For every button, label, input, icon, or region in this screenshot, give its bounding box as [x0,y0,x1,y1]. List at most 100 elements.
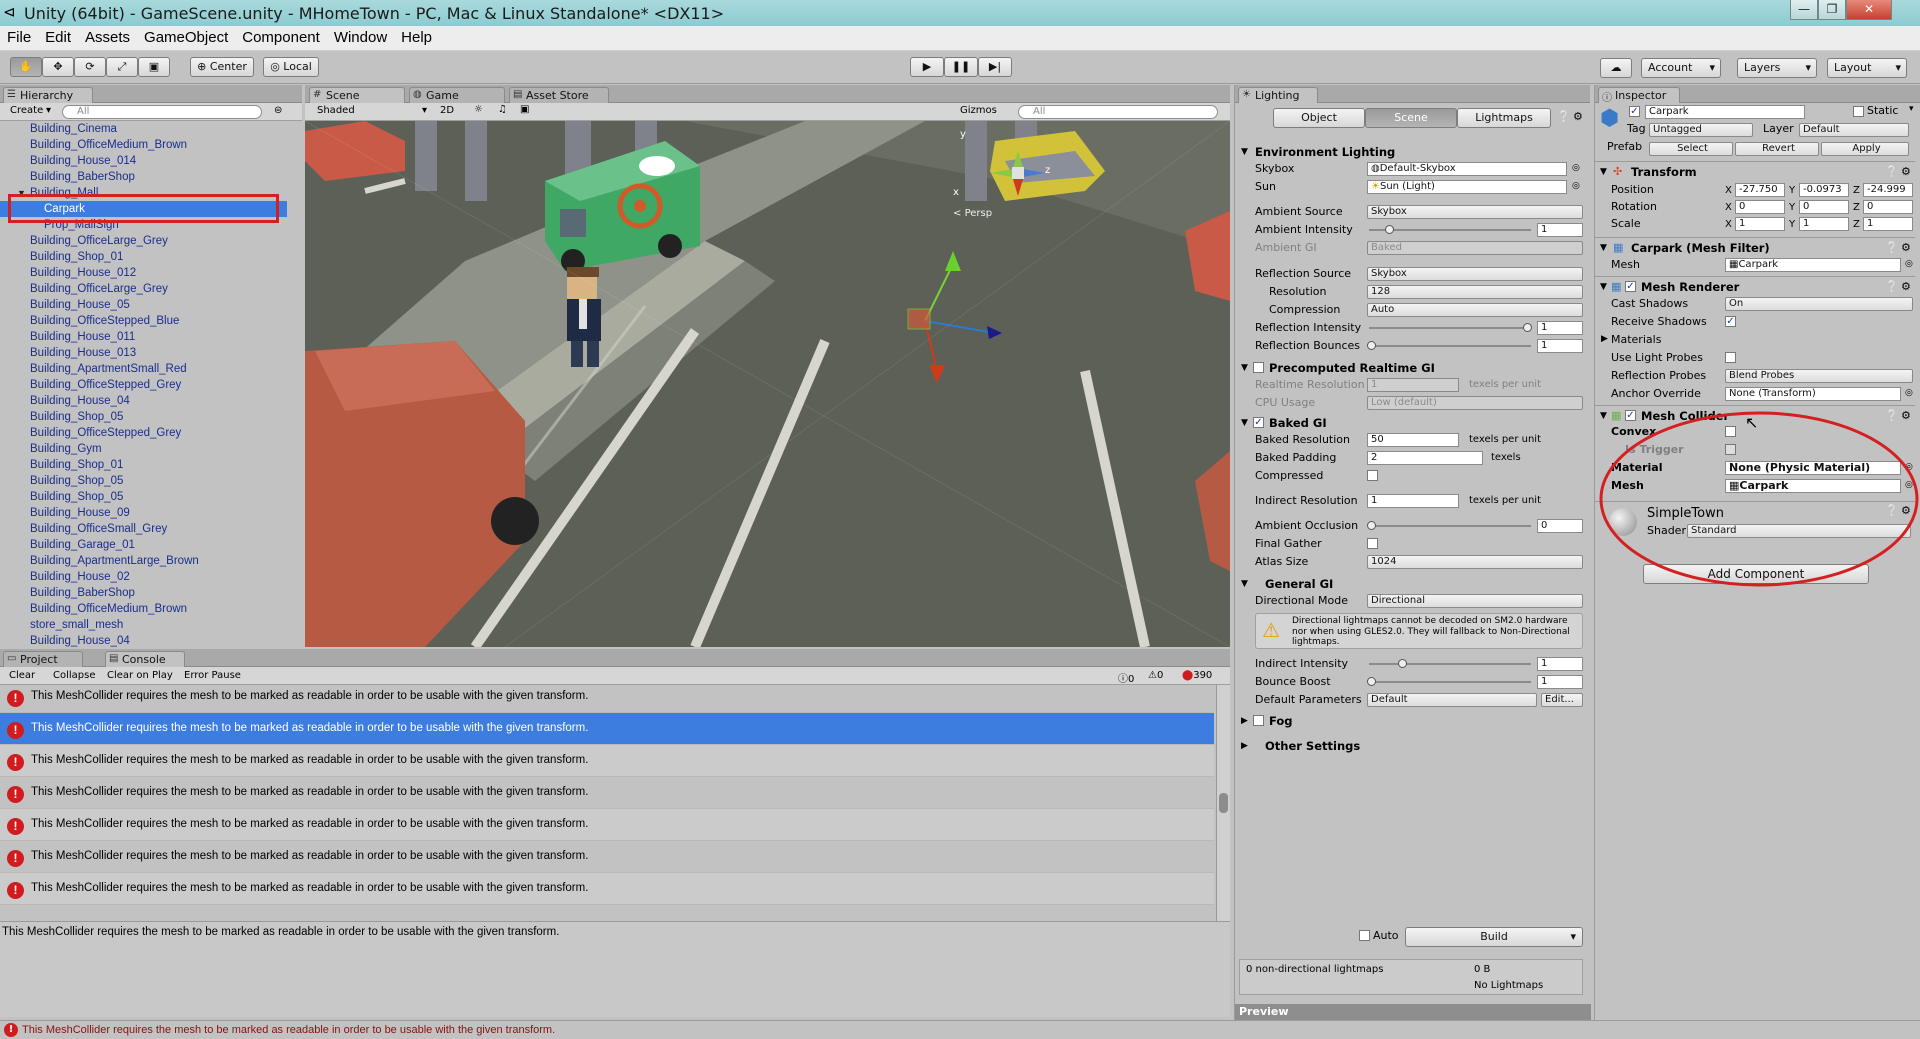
rotation-x-field[interactable]: 0 [1735,200,1785,214]
tab-console[interactable]: ▤ Console [105,651,185,667]
minimize-button[interactable]: — [1790,0,1818,20]
reflection-bounces-field[interactable]: 1 [1537,339,1583,353]
cast-shadows-dropdown[interactable]: On [1725,297,1913,311]
skybox-field[interactable]: ◍Default-Skybox [1367,162,1567,176]
rotation-z-field[interactable]: 0 [1863,200,1913,214]
other-settings-header[interactable]: ▶ Other Settings [1235,737,1591,755]
hand-tool-button[interactable]: ✋ [10,57,42,77]
log-entry[interactable]: ! This MeshCollider requires the mesh to … [0,777,1214,809]
reflection-probes-dropdown[interactable]: Blend Probes [1725,369,1913,383]
list-item[interactable]: Building_OfficeMedium_Brown [0,137,287,153]
resolution-dropdown[interactable]: 128 [1367,285,1583,299]
dropdown-arrow-icon[interactable]: ▾ [1909,104,1914,114]
pause-button[interactable]: ❚❚ [944,57,978,77]
list-item[interactable]: Building_Garage_01 [0,537,287,553]
expand-arrow-icon[interactable]: ▶ [1601,331,1608,348]
list-item[interactable]: Building_Gym [0,441,287,457]
gear-icon[interactable]: ⚙ [1901,162,1911,182]
compression-dropdown[interactable]: Auto [1367,303,1583,317]
gear-icon[interactable]: ⚙ [1901,238,1911,258]
error-filter-toggle[interactable]: ⬤390 [1182,670,1212,681]
position-x-field[interactable]: -27.750 [1735,183,1785,197]
indirect-intensity-slider[interactable] [1369,663,1531,665]
cloud-button[interactable]: ☁ [1600,58,1632,78]
list-item[interactable]: Building_Shop_01 [0,249,287,265]
prefab-select-button[interactable]: Select [1649,142,1733,156]
scale-z-field[interactable]: 1 [1863,217,1913,231]
gizmos-dropdown[interactable]: Gizmos [960,105,997,116]
mesh-renderer-checkbox[interactable]: ✓ [1625,281,1636,292]
object-picker-icon[interactable]: ◎ [1905,385,1913,402]
list-item[interactable]: Building_OfficeStepped_Grey [0,425,287,441]
slider-knob[interactable] [1367,341,1376,350]
list-item[interactable]: Building_OfficeStepped_Blue [0,313,287,329]
preview-header[interactable]: Preview [1235,1004,1591,1020]
receive-shadows-checkbox[interactable]: ✓ [1725,316,1736,327]
tag-dropdown[interactable]: Untagged [1649,123,1753,137]
help-icon[interactable]: ❔ [1885,162,1899,182]
list-item[interactable]: Building_OfficeMedium_Brown [0,601,287,617]
scale-tool-button[interactable]: ⤢ [106,57,138,77]
reflection-bounces-slider[interactable] [1369,345,1531,347]
clear-on-play-button[interactable]: Clear on Play [107,670,173,681]
reflection-intensity-slider[interactable] [1369,327,1531,329]
layers-dropdown[interactable]: Layers ▾ [1737,58,1817,78]
mesh-filter-header[interactable]: ▼ ▦ Carpark (Mesh Filter) ❔ ⚙ [1595,237,1915,257]
general-gi-header[interactable]: ▼ General GI [1235,575,1591,593]
play-button[interactable]: ▶ [910,57,944,77]
auto-bake-checkbox[interactable] [1359,930,1370,941]
search-filter-icon[interactable]: ⊜ [274,105,282,116]
menu-component[interactable]: Component [235,26,327,46]
indirect-resolution-field[interactable]: 1 [1367,494,1459,508]
menu-edit[interactable]: Edit [38,26,78,46]
slider-knob[interactable] [1367,521,1376,530]
status-message[interactable]: This MeshCollider requires the mesh to b… [22,1024,555,1036]
rotate-tool-button[interactable]: ⟳ [74,57,106,77]
list-item[interactable]: Building_Cinema [0,121,287,137]
shading-dropdown[interactable]: Shaded [317,105,355,116]
transform-header[interactable]: ▼ ✣ Transform ❔ ⚙ [1595,161,1915,181]
create-dropdown[interactable]: Create [10,105,43,116]
tab-hierarchy[interactable]: ☰ Hierarchy [3,87,93,103]
maximize-button[interactable]: ❐ [1818,0,1846,20]
gear-icon[interactable]: ⚙ [1901,277,1911,297]
list-item[interactable]: Building_House_013 [0,345,287,361]
position-y-field[interactable]: -0.0973 [1799,183,1849,197]
log-entry[interactable]: ! This MeshCollider requires the mesh to … [0,685,1214,713]
bounce-boost-slider[interactable] [1369,681,1531,683]
list-item[interactable]: store_small_mesh [0,617,287,633]
list-item[interactable]: Building_OfficeLarge_Grey [0,281,287,297]
indirect-intensity-field[interactable]: 1 [1537,657,1583,671]
object-name-field[interactable]: Carpark [1645,105,1805,119]
fog-header[interactable]: ▶ Fog [1235,712,1591,730]
baked-resolution-field[interactable]: 50 [1367,433,1459,447]
rotation-y-field[interactable]: 0 [1799,200,1849,214]
compressed-checkbox[interactable] [1367,470,1378,481]
tab-inspector[interactable]: ⓘ Inspector [1598,87,1680,104]
default-parameters-dropdown[interactable]: Default [1367,693,1537,707]
menu-gameobject[interactable]: GameObject [137,26,235,46]
tab-project[interactable]: ▭ Project [3,651,83,667]
directional-mode-dropdown[interactable]: Directional [1367,594,1583,608]
prefab-apply-button[interactable]: Apply [1821,142,1909,156]
list-item[interactable]: Building_Shop_05 [0,409,287,425]
sun-field[interactable]: ☀Sun (Light) [1367,180,1567,194]
lighting-scene-tab[interactable]: Scene [1365,108,1457,128]
object-picker-icon[interactable]: ◎ [1572,160,1580,177]
tab-game[interactable]: ◍ Game [409,87,505,103]
mode-2d-toggle[interactable]: 2D [440,105,454,116]
move-tool-button[interactable]: ✥ [42,57,74,77]
scene-render[interactable] [305,121,1230,647]
slider-knob[interactable] [1523,323,1532,332]
list-item[interactable]: Building_Shop_01 [0,457,287,473]
info-filter-toggle[interactable]: ⓘ0 [1118,670,1134,685]
mesh-field[interactable]: ▦Carpark [1725,258,1901,272]
light-probes-checkbox[interactable] [1725,352,1736,363]
ambient-occlusion-slider[interactable] [1369,525,1531,527]
scrollbar-thumb[interactable] [1219,793,1228,813]
scale-x-field[interactable]: 1 [1735,217,1785,231]
list-item[interactable]: Building_ApartmentSmall_Red [0,361,287,377]
menu-help[interactable]: Help [394,26,439,46]
list-item[interactable]: Building_Shop_05 [0,473,287,489]
log-entry[interactable]: ! This MeshCollider requires the mesh to … [0,873,1214,905]
